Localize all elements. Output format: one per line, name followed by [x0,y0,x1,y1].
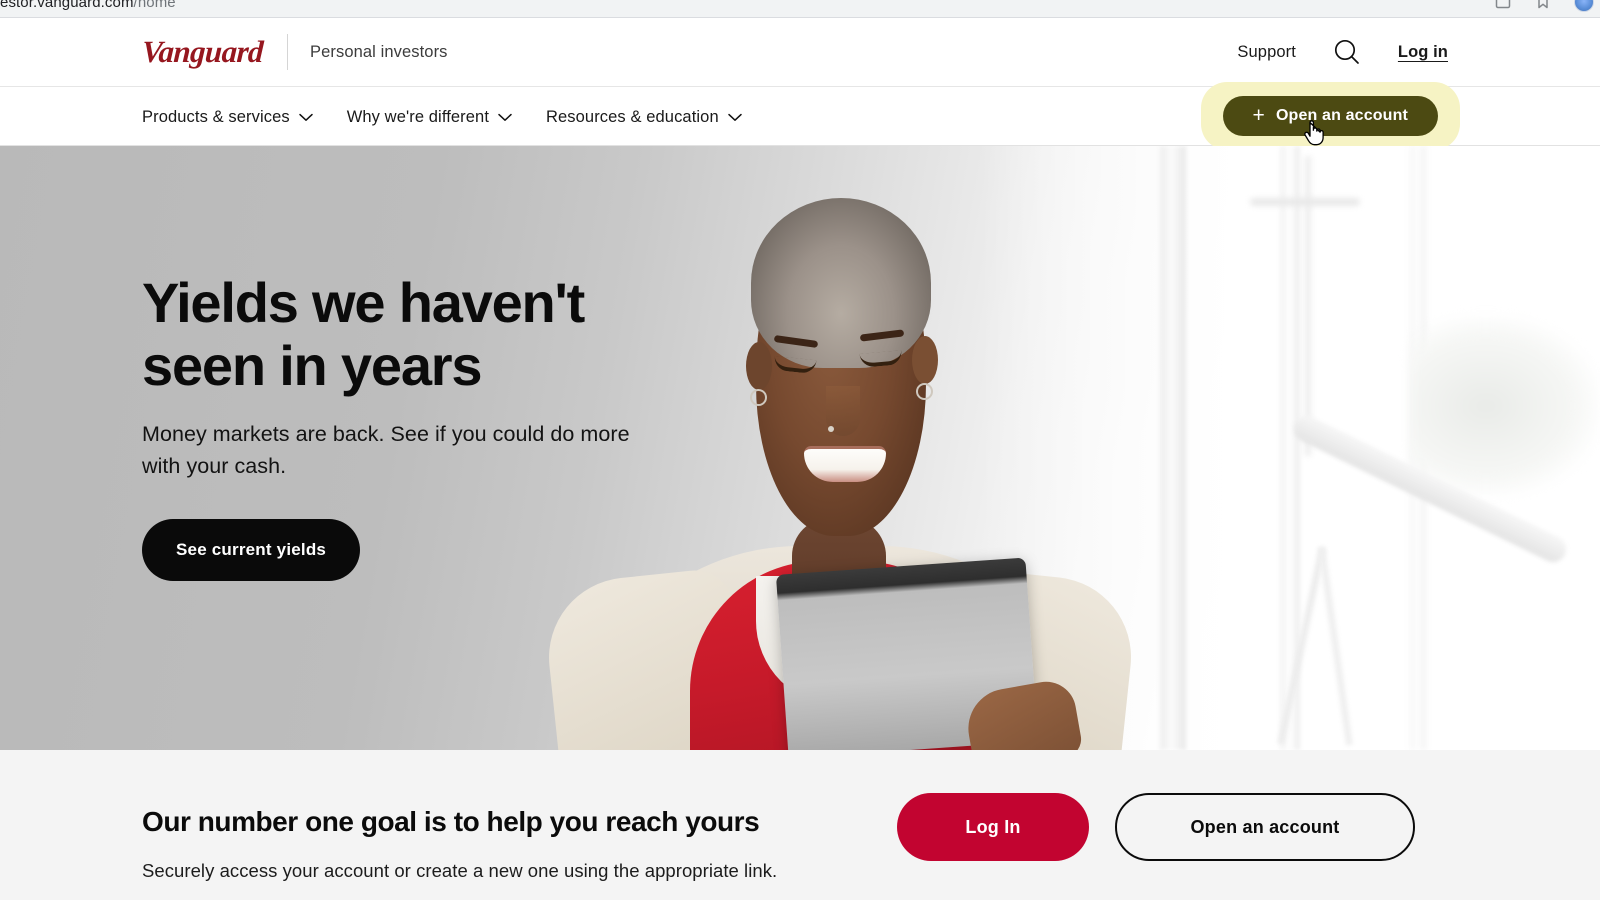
person-ear-left [746,342,772,390]
tripod-leg-decor [1318,546,1353,746]
chevron-down-icon [298,108,313,127]
site-header: Vanguard Personal investors Support Log … [0,18,1600,86]
window-blind-decor [1160,146,1186,750]
primary-navigation-bar: Products & services Why we're different … [0,82,1600,150]
account-access-copy: Our number one goal is to help you reach… [142,806,842,882]
nav-item-label: Products & services [142,107,290,126]
section-subtext: Securely access your account or create a… [142,860,778,881]
search-icon[interactable] [1330,35,1364,69]
hero-subheadline: Money markets are back. See if you could… [142,422,630,479]
hero-copy-block: Yields we haven't seen in years Money ma… [142,271,662,581]
plus-icon: + [1252,103,1265,127]
nav-items-group: Products & services Why we're different … [142,87,742,147]
fixture-decor [1250,198,1360,206]
chevron-down-icon [727,108,742,127]
profile-avatar-icon[interactable] [1574,0,1594,12]
see-current-yields-button[interactable]: See current yields [142,518,361,581]
browser-chrome-bar: estor.vanguard.com/home [0,0,1600,18]
header-right-group: Support Log in [1237,35,1448,69]
plant-decor [1410,316,1600,496]
account-access-buttons: Log In Open an account [897,793,1415,861]
url-path: /home [133,0,176,11]
open-account-button[interactable]: + Open an account [1222,96,1438,136]
person-ear-right [912,336,938,384]
chevron-down-icon [498,108,512,127]
brand-block: Vanguard Personal investors [141,34,448,70]
nav-item-products-services[interactable]: Products & services [142,108,313,127]
hero-carousel-slide: Yields we haven't seen in years Money ma… [0,146,1600,750]
open-account-label: Open an account [1275,107,1408,124]
nav-item-label: Why we're different [346,107,490,126]
hero-headline: Yields we haven't seen in years [142,271,585,397]
window-icon[interactable] [1494,0,1512,11]
nav-item-label: Resources & education [546,107,719,126]
log-in-button[interactable]: Log In [897,793,1089,861]
vanguard-logo[interactable]: Vanguard [141,34,264,70]
nav-item-why-were-different[interactable]: Why we're different [347,108,512,127]
open-account-highlight: + Open an account [1200,82,1460,150]
bookmark-icon[interactable] [1534,0,1552,11]
open-an-account-button[interactable]: Open an account [1115,793,1415,861]
section-heading: Our number one goal is to help you reach… [142,806,760,837]
person-smile [804,446,886,482]
header-divider [287,34,288,70]
url-host: estor.vanguard.com [0,0,134,11]
earring-left [750,389,767,406]
browser-toolbar-icons [1494,0,1594,12]
login-link[interactable]: Log in [1398,43,1448,62]
earring-right [916,383,933,400]
nose-stud [828,426,834,432]
account-access-section: Our number one goal is to help you reach… [0,750,1600,900]
persona-label: Personal investors [310,42,448,61]
support-link[interactable]: Support [1237,43,1296,62]
nav-item-resources-education[interactable]: Resources & education [546,108,742,127]
url-omnibox[interactable]: estor.vanguard.com/home [0,0,176,11]
